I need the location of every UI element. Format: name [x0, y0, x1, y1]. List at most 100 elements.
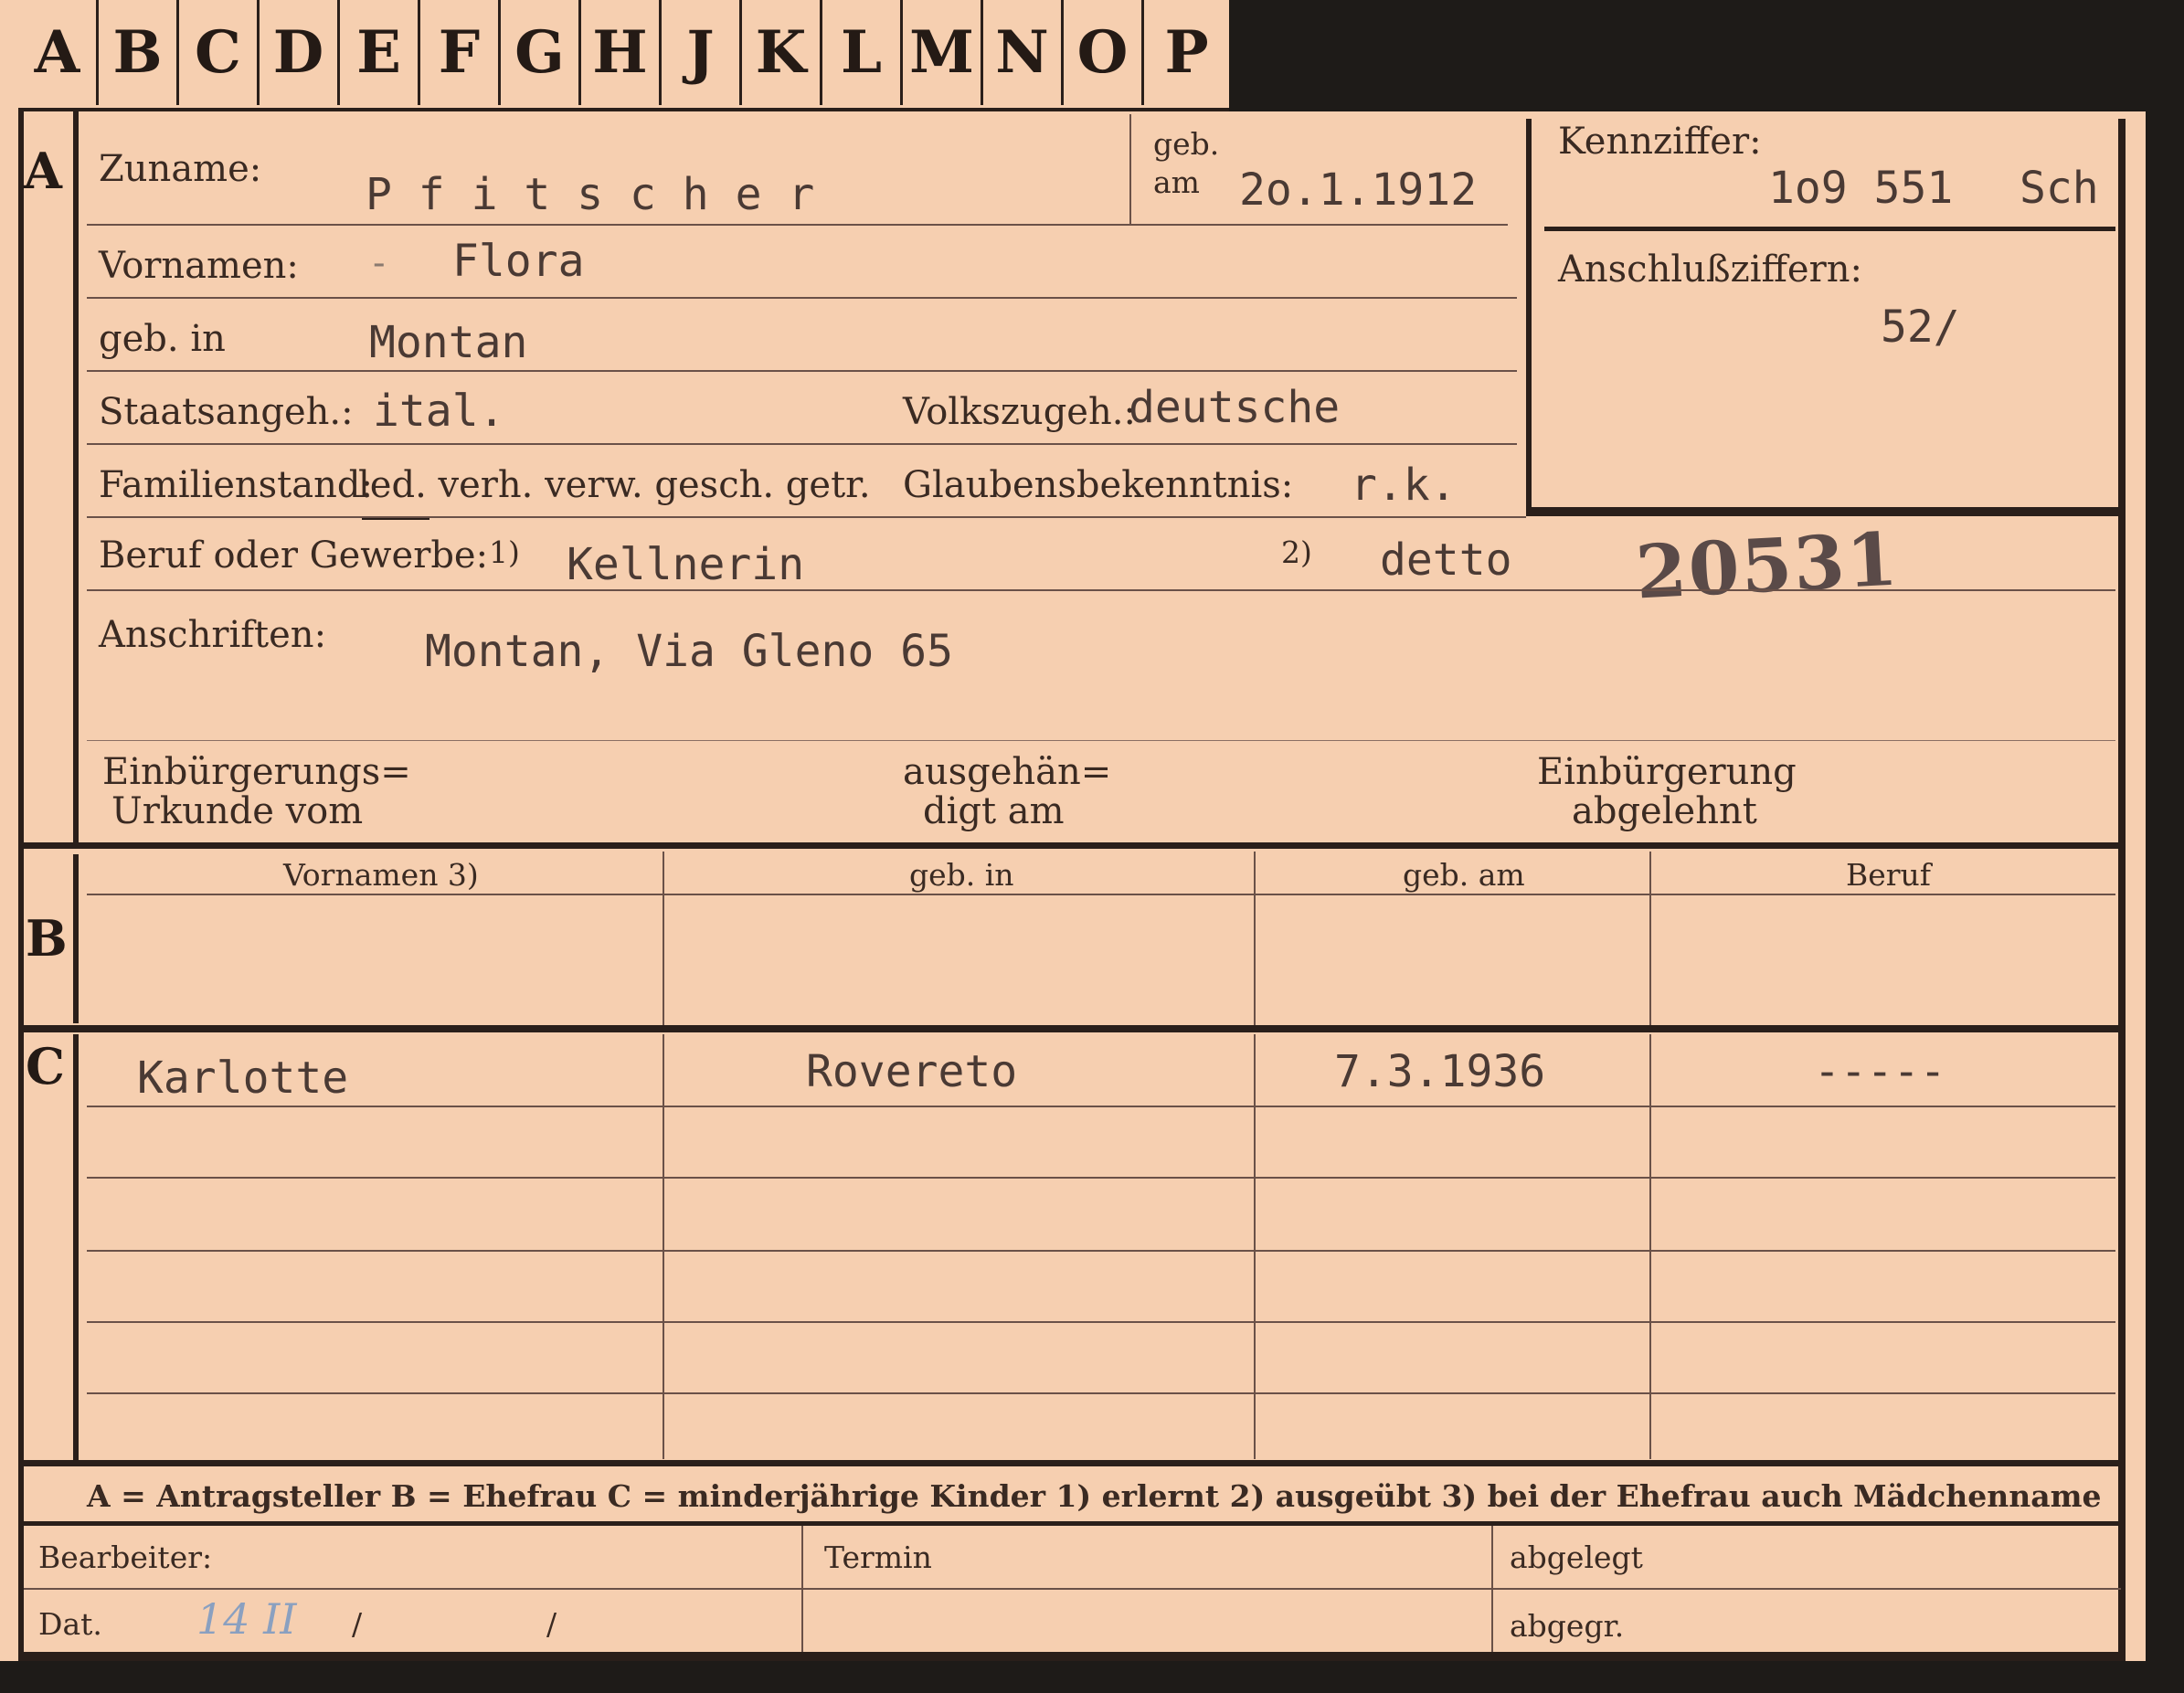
id-box-bottom — [1526, 507, 2125, 516]
first-names-label: Vornamen: — [99, 245, 299, 287]
row-line-address — [87, 740, 2115, 741]
section-b-col-3 — [1649, 852, 1651, 1025]
tab-c[interactable]: C — [179, 0, 260, 105]
tab-a[interactable]: A — [18, 0, 99, 105]
row-line-occupation — [87, 589, 2115, 591]
footer-bottom-border — [18, 1652, 2126, 1661]
tab-e[interactable]: E — [340, 0, 420, 105]
link-codes-label: Anschlußziffern: — [1558, 249, 1862, 291]
section-a-label: A — [24, 142, 62, 200]
frame-left — [18, 111, 24, 1665]
tab-n[interactable]: N — [983, 0, 1064, 105]
date-slash-2: / — [546, 1606, 557, 1642]
header-birthplace: geb. in — [909, 857, 1014, 893]
child-row-line-5 — [87, 1392, 2115, 1394]
deadline-label: Termin — [824, 1540, 932, 1575]
child-birthplace[interactable]: Rovereto — [806, 1046, 1017, 1097]
born-label-bottom: am — [1153, 164, 1200, 200]
section-c-top-border — [18, 1025, 2126, 1032]
legend-text: A = Antragsteller B = Ehefrau C = minder… — [87, 1478, 2102, 1514]
code-suffix[interactable]: Sch — [2020, 163, 2099, 214]
row-line-surname — [87, 224, 1508, 226]
born-label-top: geb. — [1153, 126, 1220, 162]
naturalization-doc-label-2: Urkunde vom — [111, 790, 364, 832]
birthplace-label: geb. in — [99, 318, 226, 360]
tab-g[interactable]: G — [501, 0, 581, 105]
header-first-names: Vornamen 3) — [283, 857, 479, 893]
section-b-col-1 — [663, 852, 664, 1025]
sent-label: abgegr. — [1510, 1608, 1625, 1644]
tab-k[interactable]: K — [742, 0, 822, 105]
address-value[interactable]: Montan, Via Gleno 65 — [425, 626, 953, 677]
section-b-col-2 — [1254, 852, 1256, 1025]
surname-label: Zuname: — [99, 148, 262, 190]
born-date-value[interactable]: 2o.1.1912 — [1239, 164, 1477, 216]
child-row-line-1 — [87, 1106, 2115, 1107]
religion-value[interactable]: r.k. — [1351, 460, 1457, 511]
tab-f[interactable]: F — [420, 0, 501, 105]
tab-m[interactable]: M — [903, 0, 983, 105]
section-c-label: C — [26, 1037, 65, 1095]
stamp-number: 20531 — [1633, 515, 1902, 616]
child-first-name[interactable]: Karlotte — [137, 1053, 348, 1104]
frame-section-a-divider — [73, 111, 79, 842]
id-box-left — [1526, 119, 1532, 516]
date-label: Dat. — [38, 1606, 102, 1642]
child-occupation[interactable]: ----- — [1814, 1046, 1946, 1097]
citizenship-value[interactable]: ital. — [373, 386, 505, 437]
legend-bottom-border — [18, 1521, 2126, 1526]
card-edge-top-right — [1229, 0, 2184, 111]
header-occupation: Beruf — [1846, 857, 1932, 893]
tab-h[interactable]: H — [581, 0, 662, 105]
code-label: Kennziffer: — [1558, 121, 1762, 163]
footer-middle-line — [24, 1588, 2121, 1590]
occupation-note-1: 1) — [489, 534, 520, 570]
address-label: Anschriften: — [99, 614, 327, 656]
tab-l[interactable]: L — [822, 0, 903, 105]
section-b-top-border — [18, 842, 2126, 849]
occupation-note-2: 2) — [1281, 534, 1312, 570]
first-names-value[interactable]: Flora — [452, 236, 585, 287]
naturalization-doc-label-1: Einbürgerungs= — [102, 751, 411, 793]
card-edge-right — [2146, 111, 2184, 1693]
tab-p[interactable]: P — [1144, 0, 1229, 105]
footer-col-2 — [1491, 1526, 1493, 1658]
citizenship-label: Staatsangeh.: — [99, 391, 354, 433]
marital-status-options[interactable]: led. verh. verw. gesch. getr. — [358, 464, 871, 506]
filed-label: abgelegt — [1510, 1540, 1643, 1575]
marital-status-label: Familienstand: — [99, 464, 373, 506]
link-codes-value[interactable]: 52/ — [1881, 302, 1960, 353]
row-line-birthplace — [87, 370, 1517, 372]
handed-over-label-2: digt am — [923, 790, 1065, 832]
tab-j[interactable]: J — [662, 0, 742, 105]
frame-section-b-divider — [73, 854, 79, 1023]
alphabet-tabs: A B C D E F G H J K L M N O P — [18, 0, 1229, 111]
section-c-col-2 — [1254, 1034, 1256, 1459]
card-edge-bottom — [0, 1661, 2184, 1693]
registration-card: A B C D E F G H J K L M N O P A B C Zuna… — [0, 0, 2184, 1693]
row-line-marital — [87, 516, 1526, 518]
header-birthdate: geb. am — [1403, 857, 1525, 893]
tab-o[interactable]: O — [1064, 0, 1144, 105]
ethnicity-value[interactable]: deutsche — [1129, 382, 1340, 433]
birthplace-value[interactable]: Montan — [369, 317, 527, 368]
date-handwritten: 14 II — [196, 1594, 297, 1644]
religion-label: Glaubensbekenntnis: — [903, 464, 1294, 506]
code-value[interactable]: 1o9 551 — [1768, 163, 1953, 214]
surname-value[interactable]: P f i t s c h e r — [366, 169, 814, 220]
child-row-line-3 — [87, 1250, 2115, 1252]
id-box-divider — [1544, 227, 2115, 231]
frame-section-c-divider — [73, 1034, 79, 1464]
tab-d[interactable]: D — [260, 0, 340, 105]
child-birthdate[interactable]: 7.3.1936 — [1334, 1046, 1545, 1097]
occupation-value[interactable]: Kellnerin — [567, 539, 804, 590]
processor-label: Bearbeiter: — [38, 1540, 213, 1575]
first-names-dash: - — [373, 242, 386, 284]
occupation-value-2[interactable]: detto — [1380, 534, 1512, 586]
section-c-col-1 — [663, 1034, 664, 1459]
tab-b[interactable]: B — [99, 0, 179, 105]
frame-right — [2118, 119, 2126, 1663]
section-c-col-3 — [1649, 1034, 1651, 1459]
naturalization-rejected-label-1: Einbürgerung — [1537, 751, 1797, 793]
section-b-header-line — [87, 894, 2115, 895]
